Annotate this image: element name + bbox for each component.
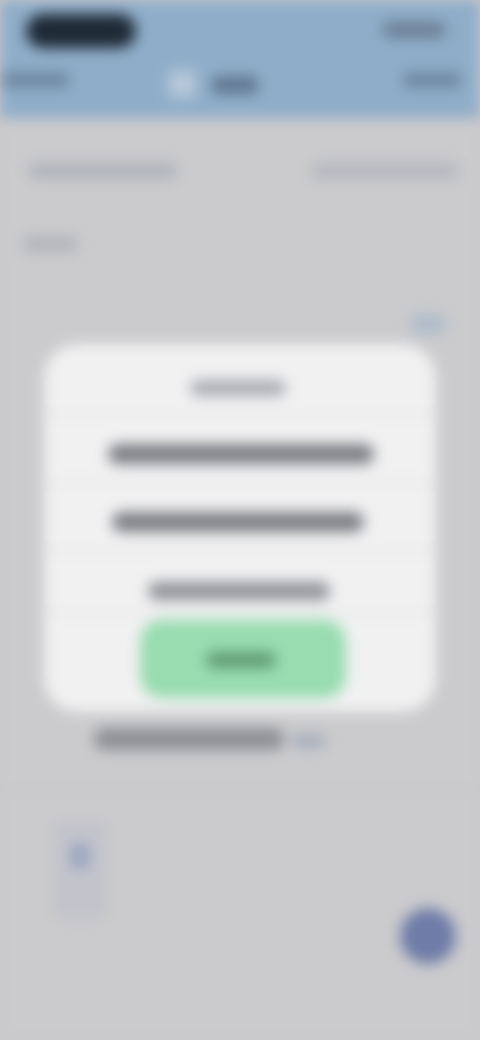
user-card-icon[interactable] bbox=[52, 820, 108, 920]
dialog-divider-bottom bbox=[44, 612, 436, 614]
back-label bbox=[0, 72, 1, 73]
app-icon bbox=[168, 70, 196, 98]
app-screen bbox=[0, 0, 480, 1040]
tab-right[interactable] bbox=[310, 162, 460, 180]
confirm-button-label-block bbox=[206, 652, 276, 668]
header-action-button[interactable] bbox=[402, 72, 462, 88]
dialog-divider-middle bbox=[44, 482, 436, 484]
list-item-meta-text bbox=[292, 734, 293, 735]
content-divider bbox=[0, 790, 480, 792]
status-time bbox=[26, 14, 27, 15]
tab-left[interactable] bbox=[28, 162, 178, 180]
status-icons bbox=[382, 22, 446, 38]
dialog-title bbox=[190, 380, 286, 396]
header-action-label bbox=[402, 72, 403, 73]
dialog-option-2[interactable] bbox=[112, 512, 364, 532]
dialog-option-1[interactable] bbox=[108, 444, 374, 464]
back-button[interactable] bbox=[0, 72, 70, 88]
list-item-text bbox=[94, 728, 95, 729]
edit-icon[interactable] bbox=[410, 314, 446, 334]
dialog-secondary-action[interactable] bbox=[148, 582, 330, 600]
list-item-meta bbox=[292, 734, 326, 748]
top-bar bbox=[0, 0, 480, 118]
section-label-text bbox=[22, 236, 23, 237]
list-item[interactable] bbox=[94, 728, 284, 750]
dialog-divider-top bbox=[44, 414, 436, 416]
header-title-text bbox=[212, 76, 213, 77]
status-time-pill bbox=[26, 14, 136, 48]
section-label bbox=[22, 236, 78, 252]
floating-action-button[interactable] bbox=[400, 908, 456, 964]
header-title bbox=[212, 76, 258, 94]
tab-left-label bbox=[28, 162, 29, 163]
dialog-divider-lower bbox=[44, 550, 436, 552]
tab-right-label bbox=[310, 162, 311, 163]
